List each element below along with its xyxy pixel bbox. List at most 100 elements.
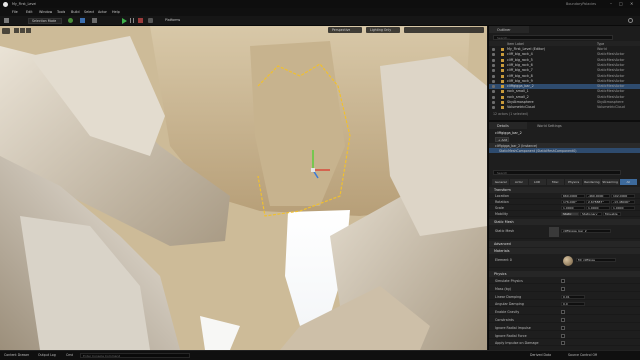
save-icon[interactable] (4, 18, 9, 23)
lit-mode-dropdown[interactable]: Lighting Only (366, 27, 400, 33)
filter-tab-rendering[interactable]: Rendering (583, 179, 601, 185)
filter-tab-actor[interactable]: Actor (510, 179, 528, 185)
mobility-movable-button[interactable]: Movable (603, 212, 621, 216)
filter-tab-general[interactable]: General (492, 179, 510, 185)
add-component-button[interactable]: + Add (495, 137, 509, 142)
physics-value-field[interactable]: 0.01 (561, 294, 585, 299)
transform-rotate-icon[interactable] (20, 28, 25, 33)
blueprint-icon[interactable] (80, 18, 85, 23)
outliner-row[interactable]: rock_small_1 StaticMeshActor (489, 89, 640, 94)
filter-tab-all[interactable]: All (619, 179, 637, 185)
transform-translate-icon[interactable] (14, 28, 19, 33)
snap-settings-bar[interactable] (404, 27, 484, 33)
outliner-row[interactable]: cliff_big_rock_5 StaticMeshActor (489, 58, 640, 63)
visibility-eye-icon[interactable] (492, 74, 495, 78)
filter-tab-lod[interactable]: LOD (528, 179, 546, 185)
output-log-button[interactable]: Output Log (38, 353, 56, 359)
visibility-eye-icon[interactable] (492, 90, 495, 94)
outliner-row[interactable]: cliff_big_rock_8 StaticMeshActor (489, 74, 640, 79)
scale-x-field[interactable]: 1.0000 (561, 206, 585, 210)
location-z-field[interactable]: 102.0000 (611, 194, 635, 198)
visibility-eye-icon[interactable] (492, 101, 495, 104)
cinematics-icon[interactable] (92, 18, 97, 23)
minimize-button[interactable]: – (610, 1, 612, 6)
physics-checkbox[interactable] (561, 325, 565, 330)
col-type[interactable]: Type (597, 42, 604, 46)
outliner-row[interactable]: VolumetricCloud VolumetricCloud (489, 105, 640, 110)
menu-file[interactable]: File (12, 10, 18, 14)
pause-icon[interactable] (130, 18, 134, 23)
visibility-eye-icon[interactable] (492, 48, 495, 51)
visibility-eye-icon[interactable] (492, 53, 495, 57)
outliner-row[interactable]: cliffgigga_bar_2 StaticMeshActor (489, 84, 640, 90)
outliner-row[interactable]: cliff_big_rock_7 StaticMeshActor (489, 68, 640, 73)
visibility-eye-icon[interactable] (492, 85, 495, 89)
transform-scale-icon[interactable] (26, 28, 31, 33)
outliner-row[interactable]: rock_small_2 StaticMeshActor (489, 95, 640, 100)
selection-mode-dropdown[interactable]: Selection Mode (28, 17, 62, 24)
outliner-row[interactable]: My_First_Level (Editor) World (489, 47, 640, 52)
visibility-eye-icon[interactable] (492, 63, 495, 67)
details-search-input[interactable]: Search (493, 170, 621, 175)
physics-value-field[interactable]: 0.0 (561, 302, 585, 307)
visibility-eye-icon[interactable] (492, 95, 495, 99)
component-mesh[interactable]: StaticMeshComponent (StaticMeshComponent… (489, 148, 640, 153)
physics-checkbox[interactable] (561, 310, 565, 315)
more-options-icon[interactable] (148, 18, 153, 23)
details-tab[interactable]: Details (489, 122, 527, 129)
outliner-row[interactable]: cliff_big_rock_4 StaticMeshActor (489, 52, 640, 57)
visibility-eye-icon[interactable] (492, 106, 495, 110)
add-actor-icon[interactable] (68, 18, 73, 23)
outliner-row[interactable]: cliff_big_rock_9 StaticMeshActor (489, 79, 640, 84)
menu-tools[interactable]: Tools (57, 10, 65, 14)
rotation-y-field[interactable]: 2.678887° (586, 200, 610, 204)
play-icon[interactable] (122, 17, 127, 24)
perspective-dropdown[interactable]: Perspective (328, 27, 362, 33)
filter-tab-physics[interactable]: Physics (565, 179, 583, 185)
outliner-row[interactable]: cliff_big_rock_6 StaticMeshActor (489, 63, 640, 68)
location-y-field[interactable]: -460.0000 (586, 194, 610, 198)
cmd-dropdown[interactable]: Cmd (66, 353, 73, 359)
material-picker[interactable]: MI_cliffgiga (576, 258, 616, 262)
viewport-options-button[interactable] (2, 28, 10, 34)
static-mesh-picker[interactable]: cliffgigga_bar_2 (561, 229, 611, 233)
stop-icon[interactable] (138, 18, 143, 23)
maximize-button[interactable]: □ (619, 1, 623, 6)
platforms-dropdown[interactable]: Platforms (160, 18, 186, 24)
scale-y-field[interactable]: 1.0000 (586, 206, 610, 210)
physics-checkbox[interactable] (561, 318, 565, 322)
menu-select[interactable]: Select (84, 10, 94, 14)
mobility-stationary-button[interactable]: Stationary (580, 212, 602, 216)
filter-tab-streaming[interactable]: Streaming (601, 179, 619, 185)
menu-actor[interactable]: Actor (98, 10, 107, 14)
console-input[interactable]: Enter Console Command (80, 353, 190, 358)
physics-checkbox[interactable] (561, 333, 565, 338)
visibility-eye-icon[interactable] (492, 79, 495, 83)
menu-help[interactable]: Help (112, 10, 120, 14)
level-viewport[interactable]: Perspective Lighting Only (0, 26, 487, 350)
menu-edit[interactable]: Edit (26, 10, 33, 14)
content-drawer-button[interactable]: Content Drawer (4, 353, 29, 359)
col-item-label[interactable]: Item Label (507, 42, 524, 46)
rotation-z-field[interactable]: -13.48000° (611, 200, 635, 204)
derived-data-button[interactable]: Derived Data (530, 353, 551, 359)
physics-checkbox[interactable] (561, 341, 565, 346)
source-control-button[interactable]: Source Control Off (568, 353, 597, 359)
menu-window[interactable]: Window (39, 10, 52, 14)
visibility-eye-icon[interactable] (492, 69, 495, 73)
menu-build[interactable]: Build (71, 10, 80, 14)
rotation-x-field[interactable]: 176.000° (561, 200, 585, 204)
section-advanced[interactable]: Advanced (489, 241, 640, 247)
filter-tab-misc[interactable]: Misc (546, 179, 564, 185)
world-settings-tab[interactable]: World Settings (531, 122, 576, 129)
physics-checkbox[interactable] (561, 279, 565, 283)
visibility-eye-icon[interactable] (492, 58, 495, 62)
location-x-field[interactable]: 660.0000 (561, 194, 585, 198)
section-physics[interactable]: Physics (489, 271, 640, 277)
outliner-search-input[interactable]: Search... (493, 35, 613, 40)
settings-icon[interactable] (628, 18, 633, 23)
physics-checkbox[interactable] (561, 286, 565, 291)
mobility-static-button[interactable]: Static (561, 212, 579, 216)
close-button[interactable]: ✕ (630, 1, 633, 6)
scale-z-field[interactable]: 1.0000 (611, 206, 635, 210)
